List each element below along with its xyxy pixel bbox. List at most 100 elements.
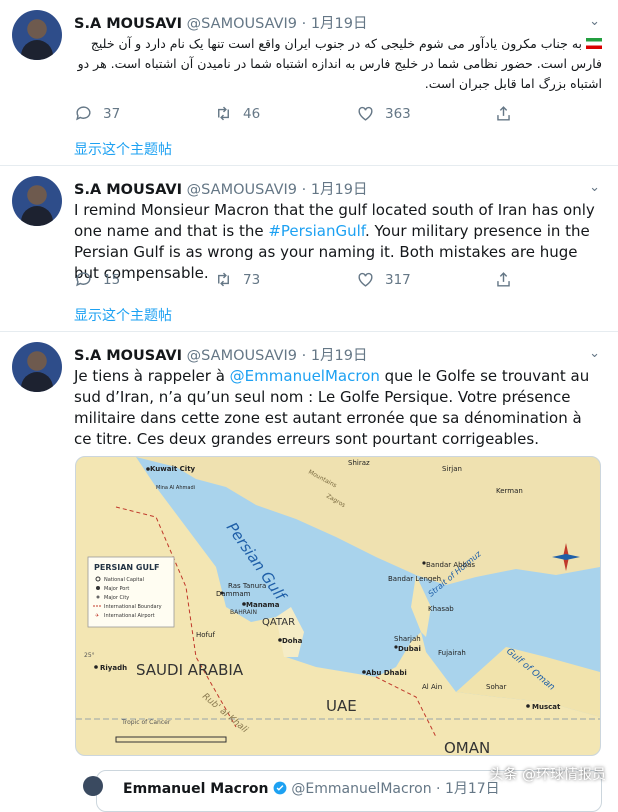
tweet-date[interactable]: 1月19日 (311, 182, 368, 198)
author-handle[interactable]: @SAMOUSAVI9 (187, 16, 297, 32)
country-label: OMAN (444, 739, 490, 755)
country-label: QATAR (262, 617, 295, 628)
separator-dot: · (301, 348, 307, 364)
hashtag-link[interactable]: #PersianGulf (268, 222, 365, 240)
place-label: 25° (84, 652, 95, 659)
legend-item: International Boundary (104, 604, 162, 610)
retweet-count: 46 (243, 105, 261, 122)
share-button[interactable] (494, 104, 513, 123)
retweet-button[interactable]: 46 (214, 104, 260, 123)
place-label: Riyadh (100, 664, 127, 672)
like-count: 317 (385, 271, 411, 288)
place-label: Bandar Abbas (426, 561, 475, 569)
avatar[interactable] (12, 10, 62, 60)
place-label: Kuwait City (150, 465, 196, 473)
legend-item: International Airport (104, 613, 155, 619)
country-label: BAHRAIN (230, 609, 257, 616)
place-label: Khasab (428, 605, 454, 613)
place-label: Abu Dhabi (366, 669, 407, 677)
tweet-actions: 37 46 363 (74, 104, 534, 126)
retweet-icon (218, 272, 229, 287)
place-label: Shiraz (348, 459, 370, 467)
place-label: Ras Tanura (228, 582, 266, 590)
tweet-1[interactable]: S.A MOUSAVI @SAMOUSAVI9 · 1月19日 ⌄ به جنا… (0, 0, 618, 164)
place-label: Sohar (486, 683, 506, 691)
place-label: Doha (282, 637, 303, 645)
separator-dot: · (301, 16, 307, 32)
legend-item: Major City (104, 595, 129, 601)
place-label: Al Ain (422, 683, 442, 691)
legend-title: PERSIAN GULF (94, 563, 160, 572)
share-button[interactable] (494, 270, 513, 289)
reply-count: 15 (103, 271, 121, 288)
avatar[interactable] (12, 176, 62, 226)
country-label: UAE (326, 697, 357, 715)
legend-symbol (96, 586, 100, 590)
legend-item: Major Port (104, 586, 129, 592)
place-label: Dubai (398, 645, 421, 653)
tweet-2[interactable]: S.A MOUSAVI @SAMOUSAVI9 · 1月19日 ⌄ I remi… (0, 166, 618, 330)
reply-count: 37 (103, 105, 121, 122)
place-label: Muscat (532, 703, 561, 711)
chevron-down-icon[interactable]: ⌄ (589, 180, 600, 195)
tweet-header: S.A MOUSAVI @SAMOUSAVI9 · 1月19日 (74, 178, 368, 199)
place-label: Bandar Lengeh (388, 575, 441, 583)
place-label: Mina Al Ahmadi (156, 485, 195, 491)
tweet-actions: 15 73 317 (74, 270, 534, 292)
heart-icon (358, 106, 373, 121)
persian-gulf-map: PERSIAN GULF National Capital Major Port… (76, 457, 600, 755)
verified-badge-icon (273, 781, 287, 795)
reply-icon (76, 272, 91, 287)
tweet-map-image[interactable]: PERSIAN GULF National Capital Major Port… (75, 456, 601, 756)
chevron-down-icon[interactable]: ⌄ (589, 346, 600, 361)
tweet-header: S.A MOUSAVI @SAMOUSAVI9 · 1月19日 (74, 12, 368, 33)
author-name[interactable]: S.A MOUSAVI (74, 348, 182, 364)
reply-button[interactable]: 37 (74, 104, 120, 123)
quoted-tweet-header: Emmanuel Macron @EmmanuelMacron · 1月17日 (111, 778, 500, 798)
place-label: Fujairah (438, 649, 466, 657)
country-label: SAUDI ARABIA (136, 661, 244, 679)
iran-flag-icon (586, 38, 602, 49)
share-icon (497, 272, 510, 287)
reply-button[interactable]: 15 (74, 270, 120, 289)
quoted-author-name[interactable]: Emmanuel Macron (111, 781, 268, 797)
retweet-button[interactable]: 73 (214, 270, 260, 289)
like-button[interactable]: 317 (356, 270, 411, 289)
airport-icon: ✈ (95, 613, 99, 619)
author-name[interactable]: S.A MOUSAVI (74, 182, 182, 198)
tweet-header: S.A MOUSAVI @SAMOUSAVI9 · 1月19日 (74, 344, 368, 365)
quoted-avatar[interactable] (83, 776, 103, 796)
tweet-date[interactable]: 1月19日 (311, 16, 368, 32)
watermark: 头条 @环球情报员 (489, 767, 606, 783)
avatar[interactable] (12, 342, 62, 392)
legend-item: National Capital (104, 577, 144, 583)
tweet-date[interactable]: 1月19日 (311, 348, 368, 364)
separator-dot: · (436, 781, 441, 797)
place-label: Manama (246, 601, 280, 609)
tweet-text-part: Je tiens à rappeler à (74, 367, 230, 385)
show-thread-link[interactable]: 显示这个主题帖 (74, 305, 172, 325)
show-thread-link[interactable]: 显示这个主题帖 (74, 139, 172, 159)
place-label: Hofuf (196, 631, 215, 639)
tweet-text-content: به جناب مکرون یادآور می شوم خلیجی که در … (77, 36, 602, 91)
legend-symbol (96, 595, 100, 599)
tweet-text: Je tiens à rappeler à @EmmanuelMacron qu… (74, 366, 602, 450)
heart-icon (358, 272, 373, 287)
like-count: 363 (385, 105, 411, 122)
place-label: Tropic of Cancer (121, 719, 171, 726)
like-button[interactable]: 363 (356, 104, 411, 123)
retweet-icon (218, 106, 229, 121)
mention-link[interactable]: @EmmanuelMacron (230, 367, 380, 385)
place-label: Sirjan (442, 465, 462, 473)
retweet-count: 73 (243, 271, 261, 288)
author-handle[interactable]: @SAMOUSAVI9 (187, 182, 297, 198)
separator-dot: · (301, 182, 307, 198)
author-name[interactable]: S.A MOUSAVI (74, 16, 182, 32)
place-label: Sharjah (394, 635, 421, 643)
chevron-down-icon[interactable]: ⌄ (589, 14, 600, 29)
reply-icon (76, 106, 91, 121)
author-handle[interactable]: @SAMOUSAVI9 (187, 348, 297, 364)
quoted-author-handle[interactable]: @EmmanuelMacron (291, 781, 431, 797)
share-icon (497, 106, 510, 121)
place-label: Kerman (496, 487, 523, 495)
